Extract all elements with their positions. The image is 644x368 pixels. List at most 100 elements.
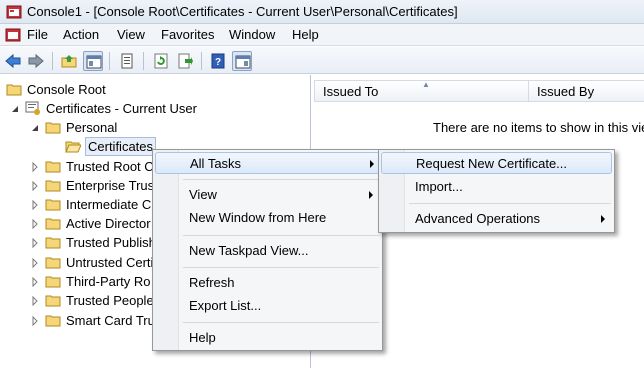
refresh-icon[interactable] — [151, 51, 171, 71]
menu-view[interactable]: View — [117, 27, 145, 42]
menu-item-help[interactable]: Help — [155, 327, 380, 349]
menu-separator — [409, 203, 611, 204]
export-list-icon[interactable] — [175, 51, 195, 71]
menu-item-label: New Taskpad View... — [189, 243, 309, 258]
toolbar-separator — [52, 52, 53, 70]
menu-item-label: Import... — [415, 179, 463, 194]
menu-item-label: New Window from Here — [189, 210, 327, 225]
menu-item-all-tasks[interactable]: All Tasks — [155, 152, 380, 174]
tree-item-label: Certificates — [85, 137, 157, 156]
tree-item-label: Intermediate C — [66, 197, 152, 212]
show-hide-tree-icon[interactable] — [83, 51, 103, 71]
menu-window[interactable]: Window — [229, 27, 275, 42]
menu-file[interactable]: File — [27, 27, 48, 42]
menu-separator — [183, 179, 379, 180]
tree-item-certificates-current-user[interactable]: Certificates - Current User — [0, 99, 300, 118]
folder-icon — [45, 196, 61, 212]
menu-separator — [183, 267, 379, 268]
menu-item-new-window-from-here[interactable]: New Window from Here — [155, 207, 380, 229]
show-hide-action-pane-icon[interactable] — [232, 51, 252, 71]
menu-separator — [183, 322, 379, 323]
tree-item-label: Active Director — [66, 216, 151, 231]
menu-favorites[interactable]: Favorites — [161, 27, 214, 42]
properties-icon[interactable] — [117, 51, 137, 71]
tree-item-label: Trusted Publish — [66, 235, 156, 250]
tree-item-label: Untrusted Certif — [66, 255, 158, 270]
folder-icon — [45, 312, 61, 328]
forward-icon[interactable] — [26, 51, 46, 71]
menu-item-view[interactable]: View — [155, 184, 380, 206]
column-header-label: Issued To — [323, 84, 379, 99]
menu-item-label: Help — [189, 330, 216, 345]
tree-item-label: Third-Party Ro — [66, 274, 151, 289]
submenu-arrow-icon — [369, 191, 373, 199]
menu-separator — [183, 235, 379, 236]
toolbar-separator — [201, 52, 202, 70]
expanded-arrow-icon[interactable] — [30, 122, 40, 132]
column-header-label: Issued By — [537, 84, 595, 99]
folder-icon — [45, 177, 61, 193]
folder-icon — [45, 215, 61, 231]
menu-item-new-taskpad-view[interactable]: New Taskpad View... — [155, 240, 380, 262]
menu-item-label: All Tasks — [190, 156, 242, 171]
menu-item-export-list[interactable]: Export List... — [155, 295, 380, 317]
folder-icon — [45, 119, 61, 135]
tree-item-label: Smart Card Tru — [66, 313, 155, 328]
collapsed-arrow-icon[interactable] — [30, 161, 40, 173]
tree-item-label: Console Root — [27, 82, 106, 97]
menu-item-request-new-certificate[interactable]: Request New Certificate... — [381, 152, 612, 174]
console-document-icon[interactable] — [5, 27, 21, 43]
toolbar: ? — [0, 47, 644, 74]
tree-item-personal[interactable]: Personal — [0, 118, 300, 137]
collapsed-arrow-icon[interactable] — [30, 257, 40, 269]
submenu-arrow-icon — [370, 160, 374, 168]
collapsed-arrow-icon[interactable] — [30, 237, 40, 249]
folder-icon — [45, 292, 61, 308]
collapsed-arrow-icon[interactable] — [30, 180, 40, 192]
toolbar-separator — [109, 52, 110, 70]
tree-item-label: Certificates - Current User — [46, 101, 197, 116]
certificate-snapin-icon — [25, 100, 41, 116]
help-icon[interactable]: ? — [208, 51, 228, 71]
open-folder-icon — [65, 138, 82, 154]
menu-item-refresh[interactable]: Refresh — [155, 272, 380, 294]
menu-item-label: Request New Certificate... — [416, 156, 568, 171]
collapsed-arrow-icon[interactable] — [30, 218, 40, 230]
folder-icon — [45, 273, 61, 289]
back-icon[interactable] — [3, 51, 23, 71]
collapsed-arrow-icon[interactable] — [30, 276, 40, 288]
mmc-app-icon[interactable] — [6, 4, 22, 20]
tree-item-console-root[interactable]: Console Root — [0, 80, 300, 99]
menu-bar: File Action View Favorites Window Help — [0, 24, 644, 46]
menu-item-advanced-operations[interactable]: Advanced Operations — [381, 208, 612, 230]
column-header-issued-to[interactable]: ▲ Issued To — [314, 80, 529, 102]
menu-action[interactable]: Action — [63, 27, 99, 42]
folder-icon — [6, 81, 22, 97]
tree-item-label: Personal — [66, 120, 118, 135]
title-bar: Console1 - [Console Root\Certificates - … — [0, 0, 644, 24]
menu-item-label: View — [189, 187, 217, 202]
column-header-issued-by[interactable]: Issued By — [528, 80, 644, 102]
tree-item-label: Enterprise Trus — [66, 178, 155, 193]
menu-help[interactable]: Help — [292, 27, 319, 42]
tree-item-label: Trusted Root C — [66, 159, 154, 174]
context-menu: All Tasks View New Window from Here New … — [152, 149, 383, 351]
collapsed-arrow-icon[interactable] — [30, 199, 40, 211]
folder-icon — [45, 158, 61, 174]
all-tasks-submenu: Request New Certificate... Import... Adv… — [378, 149, 615, 233]
menu-item-label: Advanced Operations — [415, 211, 541, 226]
collapsed-arrow-icon[interactable] — [30, 315, 40, 327]
folder-icon — [45, 254, 61, 270]
window-title: Console1 - [Console Root\Certificates - … — [27, 4, 458, 19]
svg-text:?: ? — [215, 57, 221, 68]
up-folder-icon[interactable] — [59, 51, 79, 71]
submenu-arrow-icon — [601, 215, 605, 223]
expanded-arrow-icon[interactable] — [10, 103, 20, 113]
menu-item-label: Refresh — [189, 275, 235, 290]
collapsed-arrow-icon[interactable] — [30, 295, 40, 307]
sort-ascending-icon: ▲ — [422, 80, 430, 89]
menu-item-import[interactable]: Import... — [381, 176, 612, 198]
menu-item-label: Export List... — [189, 298, 262, 313]
tree-item-label: Trusted People — [66, 293, 154, 308]
empty-list-message: There are no items to show in this vie — [433, 120, 644, 135]
